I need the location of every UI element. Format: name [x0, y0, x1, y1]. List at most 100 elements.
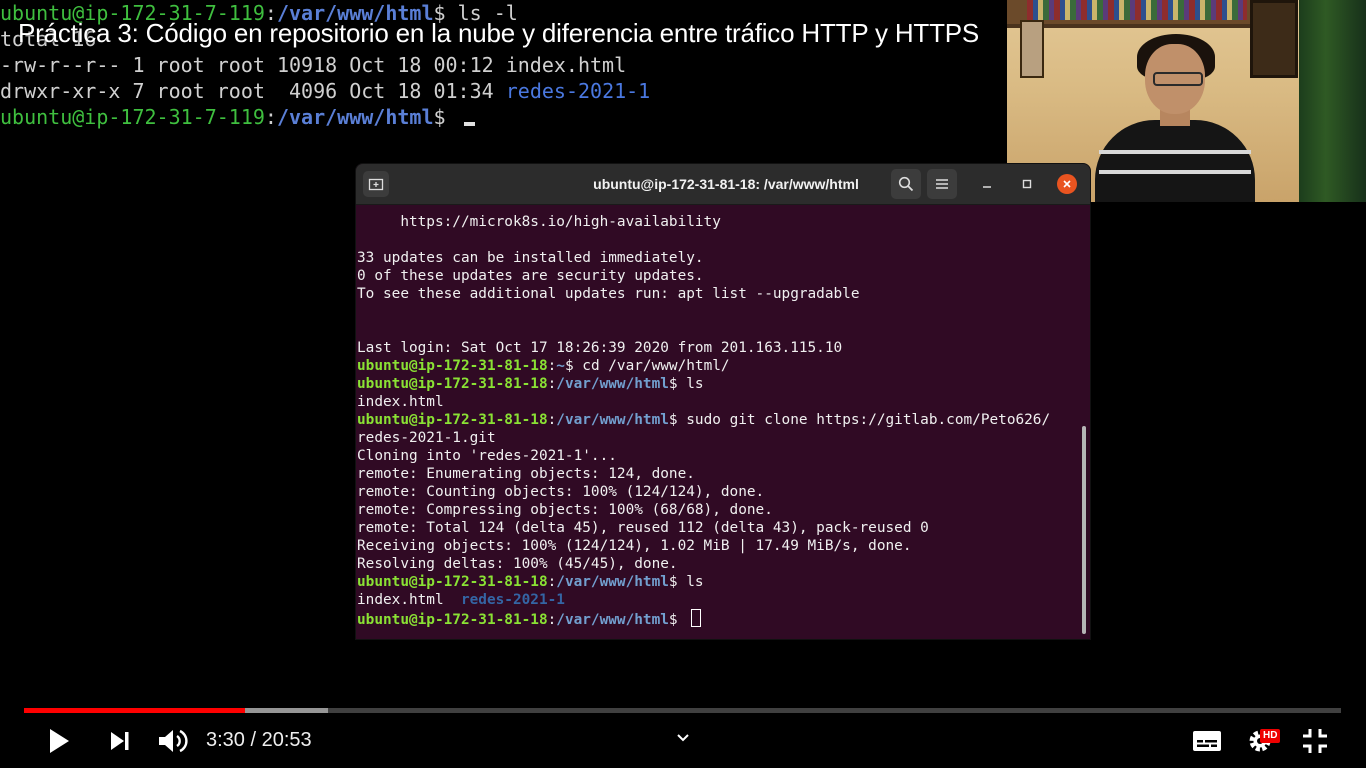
- prompt-path: /var/www/html: [556, 376, 669, 392]
- text-cursor: [691, 609, 702, 627]
- output-text: remote: Compressing objects: 100% (68/68…: [357, 502, 773, 518]
- maximize-button[interactable]: [1017, 174, 1037, 194]
- terminal-line: ubuntu@ip-172-31-81-18:~$ cd /var/www/ht…: [357, 357, 1079, 375]
- terminal-line: index.html redes-2021-1: [357, 591, 1079, 609]
- terminal-line: ubuntu@ip-172-31-81-18:/var/www/html$ su…: [357, 411, 1079, 429]
- play-button[interactable]: [44, 726, 74, 756]
- terminal-line: 33 updates can be installed immediately.: [357, 249, 1079, 267]
- terminal-line: Last login: Sat Oct 17 18:26:39 2020 fro…: [357, 339, 1079, 357]
- output-text: 0 of these updates are security updates.: [357, 268, 704, 284]
- output-text: index.html: [357, 394, 444, 410]
- output-text: -rw-r--r-- 1 root root 10918 Oct 18 00:1…: [0, 53, 627, 77]
- progress-played: [24, 708, 246, 713]
- terminal-line: remote: Enumerating objects: 124, done.: [357, 465, 1079, 483]
- terminal-line: ubuntu@ip-172-31-81-18:/var/www/html$: [357, 609, 1079, 628]
- terminal-line: index.html: [357, 393, 1079, 411]
- directory-name: redes-2021-1: [505, 79, 651, 103]
- output-text: drwxr-xr-x 7 root root 4096 Oct 18 01:34: [0, 79, 506, 103]
- terminal-line: Receiving objects: 100% (124/124), 1.02 …: [357, 537, 1079, 555]
- prompt-separator: :: [547, 358, 557, 374]
- terminal-window[interactable]: ubuntu@ip-172-31-81-18: /var/www/html ht…: [356, 164, 1090, 639]
- prompt-path: ~: [556, 358, 565, 374]
- subtitles-icon: [1193, 731, 1221, 751]
- prompt-path: /var/www/html: [276, 105, 434, 129]
- terminal-line: Resolving deltas: 100% (45/45), done.: [357, 555, 1079, 573]
- prompt-path: /var/www/html: [556, 574, 669, 590]
- maximize-icon: [1022, 179, 1032, 189]
- play-icon: [50, 729, 69, 753]
- output-text: remote: Counting objects: 100% (124/124)…: [357, 484, 765, 500]
- chevron-down-icon: [677, 734, 689, 742]
- prompt-separator: :: [547, 612, 557, 628]
- output-text: remote: Total 124 (delta 45), reused 112…: [357, 520, 929, 536]
- text-cursor: [463, 122, 475, 126]
- terminal-line: https://microk8s.io/high-availability: [357, 213, 1079, 231]
- exit-fullscreen-button[interactable]: [1301, 727, 1329, 755]
- hamburger-menu-icon: [936, 179, 948, 189]
- video-title: Práctica 3: Código en repositorio en la …: [18, 18, 980, 48]
- prompt-separator: :: [547, 412, 557, 428]
- output-text: To see these additional updates run: apt…: [357, 286, 860, 302]
- prompt-user-host: ubuntu@ip-172-31-81-18: [357, 376, 548, 392]
- prompt-user-host: ubuntu@ip-172-31-81-18: [357, 412, 548, 428]
- output-text: Last login: Sat Oct 17 18:26:39 2020 fro…: [357, 340, 843, 356]
- search-icon: [898, 176, 914, 192]
- terminal-line: Cloning into 'redes-2021-1'...: [357, 447, 1079, 465]
- hd-badge: HD: [1260, 729, 1281, 743]
- prompt-user-host: ubuntu@ip-172-31-81-18: [357, 358, 548, 374]
- terminal-line: redes-2021-1.git: [357, 429, 1079, 447]
- output-text: index.html: [357, 592, 461, 608]
- prompt-user-host: ubuntu@ip-172-31-7-119: [0, 105, 265, 129]
- prompt-separator: :: [264, 105, 277, 129]
- next-button[interactable]: [106, 727, 134, 755]
- output-text: remote: Enumerating objects: 124, done.: [357, 466, 695, 482]
- exit-fullscreen-icon: [1303, 729, 1327, 753]
- new-tab-button[interactable]: [363, 171, 389, 197]
- subtitles-button[interactable]: [1191, 727, 1223, 755]
- prompt-separator: :: [547, 574, 557, 590]
- prompt-separator: :: [547, 376, 557, 392]
- volume-button[interactable]: [156, 726, 190, 756]
- volume-icon: [159, 729, 188, 753]
- terminal-line: ubuntu@ip-172-31-81-18:/var/www/html$ ls: [357, 573, 1079, 591]
- terminal-line: remote: Counting objects: 100% (124/124)…: [357, 483, 1079, 501]
- search-button[interactable]: [891, 169, 921, 199]
- output-text: Resolving deltas: 100% (45/45), done.: [357, 556, 678, 572]
- command-text: $ ls: [668, 376, 704, 392]
- terminal-line: remote: Compressing objects: 100% (68/68…: [357, 501, 1079, 519]
- prompt-user-host: ubuntu@ip-172-31-81-18: [357, 574, 548, 590]
- new-tab-icon: [368, 178, 384, 191]
- close-button[interactable]: [1057, 174, 1077, 194]
- command-text: $ cd /var/www/html/: [564, 358, 730, 374]
- minimize-button[interactable]: [977, 174, 997, 194]
- menu-button[interactable]: [927, 169, 957, 199]
- output-text: https://microk8s.io/high-availability: [357, 214, 721, 230]
- chevron-button[interactable]: [673, 729, 693, 747]
- time-display: 3:30 / 20:53: [206, 729, 312, 751]
- prompt-user-host: ubuntu@ip-172-31-81-18: [357, 612, 548, 628]
- terminal-window-title: ubuntu@ip-172-31-81-18: /var/www/html: [593, 176, 859, 192]
- terminal-line: 0 of these updates are security updates.: [357, 267, 1079, 285]
- prompt-path: /var/www/html: [556, 412, 669, 428]
- command-text: $: [668, 612, 687, 628]
- terminal-scrollbar[interactable]: [1082, 426, 1086, 634]
- video-progress-bar[interactable]: [24, 708, 1341, 713]
- prompt-path: /var/www/html: [556, 612, 669, 628]
- terminal-output[interactable]: https://microk8s.io/high-availability 33 …: [357, 213, 1079, 628]
- skip-next-icon: [111, 732, 129, 750]
- command-text: $ sudo git clone https://gitlab.com/Peto…: [668, 412, 1051, 428]
- terminal-line: ubuntu@ip-172-31-81-18:/var/www/html$ ls: [357, 375, 1079, 393]
- terminal-line: remote: Total 124 (delta 45), reused 112…: [357, 519, 1079, 537]
- terminal-titlebar[interactable]: ubuntu@ip-172-31-81-18: /var/www/html: [356, 164, 1090, 205]
- output-text: 33 updates can be installed immediately.: [357, 250, 704, 266]
- directory-name: redes-2021-1: [460, 592, 565, 608]
- output-text: redes-2021-1.git: [357, 430, 496, 446]
- minimize-icon: [983, 186, 991, 188]
- command-text: $ ls: [668, 574, 704, 590]
- output-text: Receiving objects: 100% (124/124), 1.02 …: [357, 538, 912, 554]
- close-icon: [1063, 180, 1071, 188]
- terminal-line: To see these additional updates run: apt…: [357, 285, 1079, 303]
